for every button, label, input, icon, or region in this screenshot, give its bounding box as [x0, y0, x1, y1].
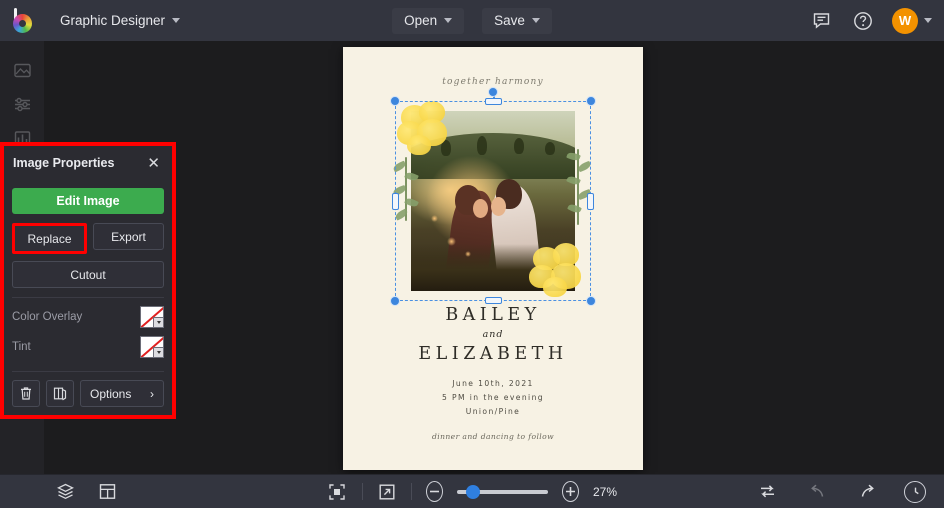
top-right-actions: W [808, 8, 932, 34]
tint-label: Tint [12, 341, 31, 353]
panel-divider [12, 297, 164, 298]
zoom-controls: 27% [327, 479, 617, 505]
name-first: BAILEY [343, 305, 643, 325]
edit-image-button[interactable]: Edit Image [12, 188, 164, 214]
panel-header: Image Properties ✕ [4, 146, 172, 180]
rotate-handle[interactable] [488, 87, 498, 97]
divider [362, 483, 363, 500]
pages-icon[interactable] [94, 479, 120, 505]
chevron-down-icon[interactable] [153, 317, 164, 328]
bottom-right-actions [754, 479, 926, 505]
help-icon[interactable] [850, 8, 876, 34]
undo-icon[interactable] [804, 479, 830, 505]
canvas-workspace[interactable]: together harmony [44, 41, 944, 475]
zoom-slider-handle[interactable] [466, 485, 480, 499]
selected-image-object[interactable] [395, 101, 591, 301]
redo-icon[interactable] [854, 479, 880, 505]
chevron-down-icon [444, 18, 452, 23]
image-properties-panel: Image Properties ✕ Edit Image Replace Ex… [0, 142, 176, 419]
tint-row: Tint [12, 332, 164, 362]
resize-handle-top-left[interactable] [390, 96, 400, 106]
name-second: ELIZABETH [343, 344, 643, 364]
chevron-down-icon [172, 18, 180, 23]
detail-line: Union/Pine [343, 405, 643, 419]
cutout-button[interactable]: Cutout [12, 261, 164, 288]
close-icon[interactable]: ✕ [144, 154, 163, 173]
panel-title: Image Properties [13, 156, 114, 170]
export-button[interactable]: Export [93, 223, 164, 250]
detail-line: 5 PM in the evening [343, 391, 643, 405]
name-joiner: and [343, 329, 643, 340]
panel-footer-row: Options › [12, 380, 164, 407]
open-label: Open [404, 13, 437, 28]
open-button[interactable]: Open [392, 8, 464, 34]
detail-line: June 10th, 2021 [343, 377, 643, 391]
save-button[interactable]: Save [482, 8, 552, 34]
replace-button[interactable]: Replace [12, 223, 87, 254]
tint-swatch[interactable] [140, 336, 164, 358]
top-bar: Graphic Designer Open Save W [0, 0, 944, 42]
canvas-top-text[interactable]: together harmony [343, 77, 643, 87]
top-center-actions: Open Save [362, 8, 582, 34]
zoom-level-label: 27% [593, 485, 617, 499]
divider [411, 483, 412, 500]
duplicate-button[interactable] [46, 380, 74, 407]
rail-item-adjustments[interactable] [0, 87, 44, 121]
design-canvas[interactable]: together harmony [343, 47, 643, 470]
app-logo-icon [10, 7, 38, 35]
canvas-footnote[interactable]: dinner and dancing to follow [343, 432, 643, 441]
resize-handle-top-right[interactable] [586, 96, 596, 106]
chevron-down-icon[interactable] [924, 18, 932, 23]
avatar[interactable]: W [892, 8, 918, 34]
bottom-left-actions [52, 479, 120, 505]
history-icon[interactable] [904, 481, 926, 503]
bottom-bar: 27% [0, 474, 944, 508]
swap-icon[interactable] [754, 479, 780, 505]
delete-button[interactable] [12, 380, 40, 407]
comment-icon[interactable] [808, 8, 834, 34]
document-title-label: Graphic Designer [60, 13, 165, 28]
replace-export-row: Replace Export [12, 223, 164, 254]
expand-icon[interactable] [376, 479, 397, 505]
color-overlay-label: Color Overlay [12, 311, 82, 323]
layers-icon[interactable] [52, 479, 78, 505]
chevron-down-icon[interactable] [153, 347, 164, 358]
couple-names[interactable]: BAILEY and ELIZABETH [343, 305, 643, 364]
panel-divider [12, 371, 164, 372]
graphic-designer-app: Graphic Designer Open Save W [0, 0, 944, 508]
rail-item-image[interactable] [0, 53, 44, 87]
selection-bounding-box [395, 101, 591, 301]
color-overlay-row: Color Overlay [12, 302, 164, 332]
color-overlay-swatch[interactable] [140, 306, 164, 328]
resize-handle-middle-left[interactable] [392, 193, 399, 210]
options-label: Options [90, 387, 131, 401]
document-title-dropdown[interactable]: Graphic Designer [50, 8, 190, 34]
save-label: Save [494, 13, 525, 28]
event-details[interactable]: June 10th, 2021 5 PM in the evening Unio… [343, 377, 643, 419]
fit-to-screen-icon[interactable] [327, 479, 348, 505]
zoom-in-button[interactable] [562, 481, 579, 502]
resize-handle-bottom-center[interactable] [485, 297, 502, 304]
chevron-down-icon [532, 18, 540, 23]
panel-body: Edit Image Replace Export Cutout Color O… [4, 180, 172, 415]
options-button[interactable]: Options › [80, 380, 164, 407]
chevron-right-icon: › [150, 387, 154, 401]
resize-handle-middle-right[interactable] [587, 193, 594, 210]
zoom-out-button[interactable] [426, 481, 443, 502]
resize-handle-top-center[interactable] [485, 98, 502, 105]
zoom-slider[interactable] [457, 490, 548, 494]
